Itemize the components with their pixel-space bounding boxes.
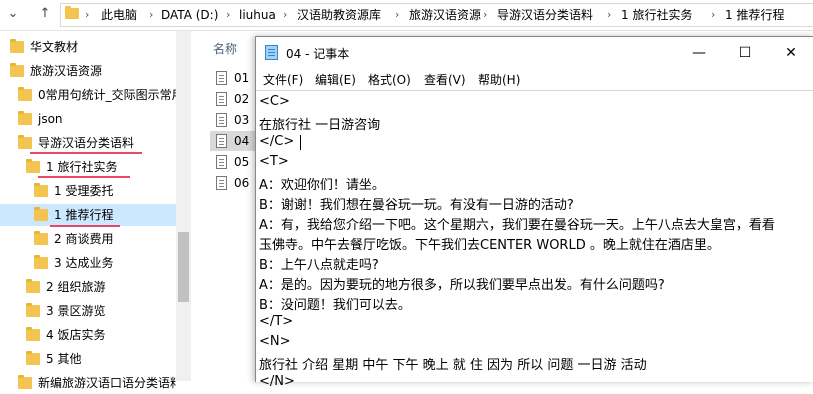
folder-icon [26, 303, 40, 317]
menu-file[interactable]: 文件(F) [263, 71, 303, 88]
folder-icon [65, 6, 79, 19]
tree-item[interactable]: 3 景区游览 [0, 300, 176, 322]
text-file-icon [216, 71, 227, 85]
breadcrumb-item[interactable]: 此电脑 [101, 4, 137, 26]
breadcrumb-item[interactable]: 1 推荐行程 [725, 4, 784, 26]
breadcrumb[interactable]: › 此电脑 › DATA (D:) › liuhua › 汉语助教资源库 › 旅… [60, 3, 813, 27]
folder-icon [26, 279, 40, 293]
title-bar[interactable]: 04 - 记事本 — ☐ ✕ [256, 37, 813, 69]
folder-icon [10, 39, 24, 53]
folder-icon [18, 375, 32, 389]
folder-icon [34, 231, 48, 245]
menu-bar: 文件(F) 编辑(E) 格式(O) 查看(V) 帮助(H) [256, 69, 813, 89]
text-line: </T> [259, 314, 294, 329]
text-line: A：有，我给您介绍一下吧。这个星期六，我们要在曼谷玩一天。上午八点去大皇宫，看看 [259, 218, 775, 233]
maximize-button[interactable]: ☐ [722, 37, 768, 69]
breadcrumb-item[interactable]: 导游汉语分类语料 [497, 4, 593, 26]
file-row[interactable]: 03 [210, 110, 255, 130]
folder-icon [26, 351, 40, 365]
text-file-icon [216, 155, 227, 169]
folder-icon [34, 255, 48, 269]
chevron-down-icon[interactable]: ⌄ [4, 5, 22, 23]
text-caret [300, 135, 301, 150]
file-row[interactable]: 02 [210, 89, 255, 109]
tree-item[interactable]: 新编旅游汉语口语分类语料 [0, 372, 176, 394]
folder-icon [18, 87, 32, 101]
text-file-icon [216, 176, 227, 190]
tree-item[interactable]: 0常用句统计_交际图示常用 [0, 84, 184, 106]
text-line: </N> [259, 374, 295, 389]
highlight-underline [30, 152, 142, 154]
folder-icon [26, 159, 40, 173]
folder-icon [34, 183, 48, 197]
highlight-underline [38, 176, 130, 178]
text-editor[interactable]: <C> 在旅行社 一日游咨询 </C> <T> A：欢迎你们！请坐。 B：谢谢！… [256, 90, 813, 389]
text-line: <C> [259, 94, 290, 109]
menu-help[interactable]: 帮助(H) [478, 71, 520, 88]
up-arrow-icon[interactable]: ↑ [36, 5, 54, 23]
text-line: <T> [259, 154, 289, 169]
text-line: 玉佛寺。中午去餐厅吃饭。下午我们去CENTER WORLD 。晚上就住在酒店里。 [259, 238, 720, 253]
tree-item[interactable]: 1 旅行社实务 [0, 156, 176, 178]
tree-scrollbar-thumb[interactable] [178, 232, 189, 302]
file-row-selected[interactable]: 04 [210, 131, 255, 151]
text-line: A：是的。因为要玩的地方很多，所以我们要早点出发。有什么问题吗? [259, 278, 665, 293]
minimize-button[interactable]: — [676, 37, 722, 69]
text-file-icon [216, 92, 227, 106]
tree-item[interactable]: 2 组织旅游 [0, 276, 176, 298]
text-line: 在旅行社 一日游咨询 [259, 118, 381, 133]
menu-format[interactable]: 格式(O) [368, 71, 411, 88]
breadcrumb-item[interactable]: 旅游汉语资源 [409, 4, 481, 26]
tree-item[interactable]: 1 受理委托 [0, 180, 176, 202]
highlight-underline [50, 225, 120, 227]
tree-item[interactable]: json [0, 108, 176, 130]
navigation-tree: 华文教材 旅游汉语资源 0常用句统计_交际图示常用 json 导游汉语分类语料 … [0, 31, 191, 390]
folder-icon [26, 327, 40, 341]
folder-icon [18, 135, 32, 149]
close-button[interactable]: ✕ [768, 37, 813, 69]
tree-item[interactable]: 旅游汉语资源 [0, 60, 176, 82]
text-line: A：欢迎你们！请坐。 [259, 178, 385, 193]
breadcrumb-item[interactable]: DATA (D:) [161, 4, 218, 26]
text-line: <N> [259, 334, 291, 349]
file-row[interactable]: 05 [210, 152, 255, 172]
text-line: 旅行社 介绍 星期 中午 下午 晚上 就 住 因为 所以 问题 一日游 活动 [259, 358, 647, 373]
text-line: B：上午八点就走吗? [259, 258, 379, 273]
text-line: </C> [259, 134, 295, 149]
text-file-icon [216, 134, 227, 148]
text-file-icon [216, 113, 227, 127]
tree-item[interactable]: 5 其他 [0, 348, 176, 370]
breadcrumb-item[interactable]: liuhua [239, 4, 276, 26]
text-line: B：谢谢！我们想在曼谷玩一玩。有没有一日游的活动? [259, 198, 574, 213]
text-line: B：没问题！我们可以去。 [259, 298, 411, 313]
file-row[interactable]: 01 [210, 68, 255, 88]
tree-item[interactable]: 2 商谈费用 [0, 228, 176, 250]
tree-item[interactable]: 华文教材 [0, 36, 176, 58]
folder-icon [34, 207, 48, 221]
notepad-icon [265, 45, 278, 60]
breadcrumb-item[interactable]: 汉语助教资源库 [297, 4, 381, 26]
folder-icon [18, 111, 32, 125]
notepad-window: 04 - 记事本 — ☐ ✕ 文件(F) 编辑(E) 格式(O) 查看(V) 帮… [255, 36, 813, 389]
menu-view[interactable]: 查看(V) [424, 71, 466, 88]
tree-item[interactable]: 3 达成业务 [0, 252, 176, 274]
breadcrumb-item[interactable]: 1 旅行社实务 [621, 4, 692, 26]
window-title: 04 - 记事本 [286, 47, 350, 61]
tree-item-selected[interactable]: 1 推荐行程 [0, 204, 176, 226]
file-row[interactable]: 06 [210, 173, 255, 193]
folder-icon [10, 63, 24, 77]
menu-edit[interactable]: 编辑(E) [315, 71, 356, 88]
address-bar: ⌄ ↑ › 此电脑 › DATA (D:) › liuhua › 汉语助教资源库… [0, 0, 813, 31]
tree-scrollbar[interactable] [176, 31, 191, 381]
tree-item[interactable]: 导游汉语分类语料 [0, 132, 176, 154]
column-header-name[interactable]: 名称 [213, 40, 237, 57]
tree-item[interactable]: 4 饭店实务 [0, 324, 176, 346]
